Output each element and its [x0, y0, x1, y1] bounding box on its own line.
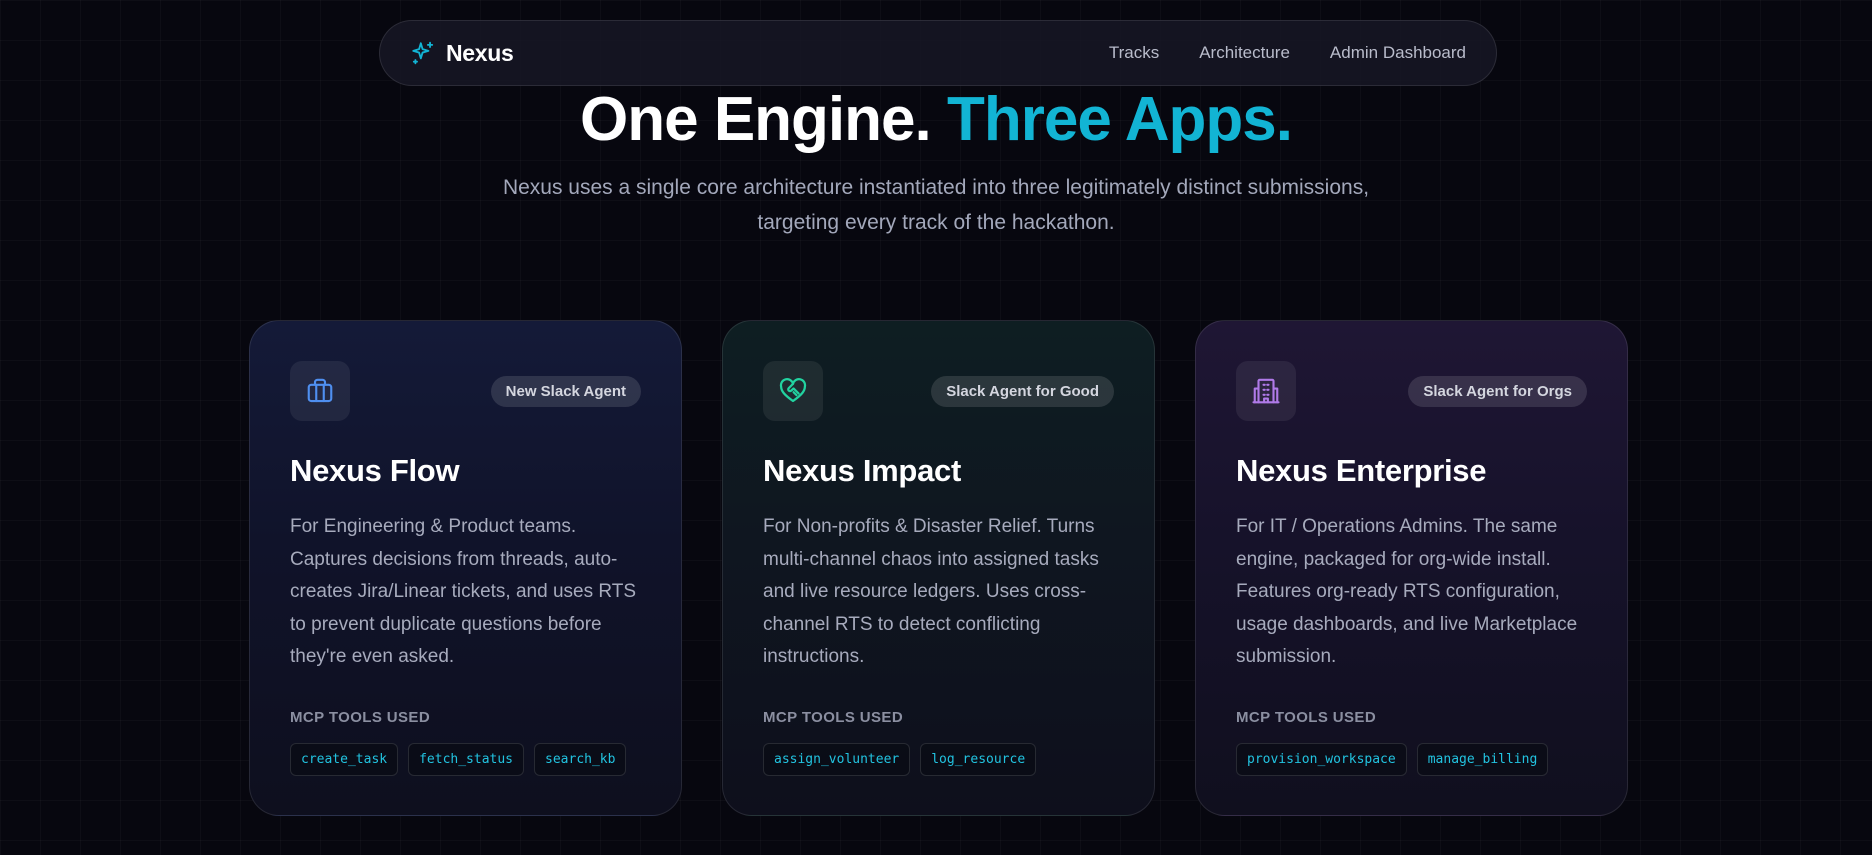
track-badge: Slack Agent for Orgs [1408, 375, 1587, 407]
tool-chip: assign_volunteer [763, 743, 911, 776]
tool-chip: search_kb [534, 743, 627, 776]
card-description: For IT / Operations Admins. The same eng… [1236, 516, 1578, 667]
card-title: Nexus Enterprise [1236, 453, 1487, 488]
card-nexus-impact: Slack Agent for Good Nexus Impact For No… [722, 320, 1155, 816]
nav-links: Tracks Architecture Admin Dashboard [1109, 43, 1466, 63]
card-header: Slack Agent for Good [763, 361, 1114, 421]
product-cards: New Slack Agent Nexus Flow For Engineeri… [249, 320, 1629, 816]
top-nav: Nexus Tracks Architecture Admin Dashboar… [379, 20, 1497, 86]
brand-name: Nexus [446, 39, 514, 66]
tools-label: MCP TOOLS USED [1236, 709, 1377, 726]
tool-chip: log_resource [920, 743, 1037, 776]
briefcase-icon [290, 361, 350, 421]
hero-title-accent: Three Apps. [946, 85, 1293, 154]
hero-title: One Engine. Three Apps. [0, 82, 1872, 158]
tools-label: MCP TOOLS USED [290, 709, 431, 726]
card-title: Nexus Flow [290, 453, 460, 488]
tools-list: provision_workspace manage_billing [1236, 743, 1549, 776]
card-header: Slack Agent for Orgs [1236, 361, 1587, 421]
tool-chip: fetch_status [408, 743, 525, 776]
card-header: New Slack Agent [290, 361, 641, 421]
card-nexus-flow: New Slack Agent Nexus Flow For Engineeri… [249, 320, 682, 816]
card-description: For Engineering & Product teams. Capture… [290, 516, 637, 667]
nav-link-tracks[interactable]: Tracks [1109, 43, 1159, 63]
building-icon [1236, 361, 1296, 421]
tool-chip: create_task [290, 743, 399, 776]
tool-chip: manage_billing [1416, 743, 1549, 776]
card-title: Nexus Impact [763, 453, 961, 488]
heart-handshake-icon [763, 361, 823, 421]
nav-link-architecture[interactable]: Architecture [1199, 43, 1290, 63]
tools-label: MCP TOOLS USED [763, 709, 904, 726]
nav-link-admin-dashboard[interactable]: Admin Dashboard [1330, 43, 1466, 63]
hero-title-main: One Engine. [580, 85, 932, 154]
sparkles-icon [410, 40, 436, 66]
hero-subtitle: Nexus uses a single core architecture in… [502, 176, 1370, 234]
card-description: For Non-profits & Disaster Relief. Turns… [763, 516, 1099, 667]
tool-chip: provision_workspace [1236, 743, 1407, 776]
brand[interactable]: Nexus [410, 40, 514, 67]
track-badge: Slack Agent for Good [931, 375, 1114, 407]
track-badge: New Slack Agent [490, 375, 641, 407]
card-nexus-enterprise: Slack Agent for Orgs Nexus Enterprise Fo… [1195, 320, 1628, 816]
tools-list: create_task fetch_status search_kb [290, 743, 627, 776]
tools-list: assign_volunteer log_resource [763, 743, 1037, 776]
